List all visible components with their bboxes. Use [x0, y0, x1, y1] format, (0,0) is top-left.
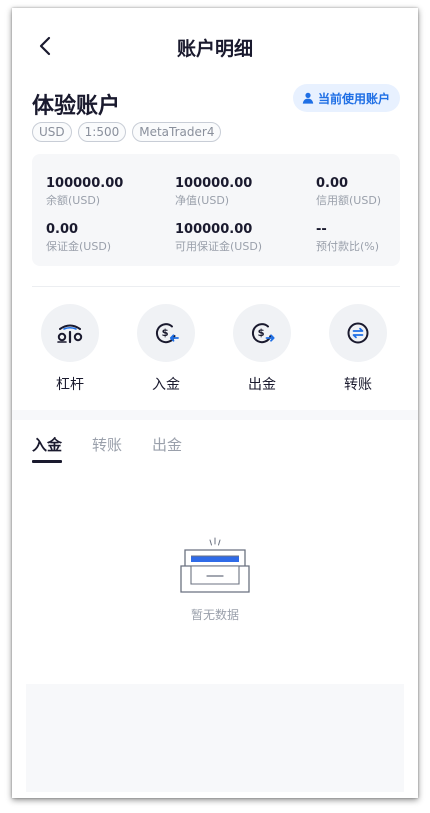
withdraw-icon: $	[252, 323, 275, 344]
action-label: 杠杆	[56, 377, 84, 393]
stat-value: 100000.00	[46, 176, 124, 191]
app-screen: 账户明细 体验账户 当前使用账户 USD 1:500 MetaTrader4 1…	[12, 8, 418, 798]
record-tabs: 入金 转账 出金	[32, 434, 182, 463]
stat-label: 预付款比(%)	[316, 240, 380, 253]
stat-value: 0.00	[46, 222, 79, 237]
divider	[32, 286, 400, 287]
stat-margin-ratio: -- 预付款比(%)	[316, 222, 379, 254]
stat-value: 100000.00	[175, 222, 253, 237]
section-separator	[12, 410, 418, 420]
action-withdraw[interactable]: $ 出金	[222, 304, 302, 394]
action-label: 入金	[152, 377, 180, 393]
action-icon-bg: $	[233, 304, 291, 362]
stat-balance: 100000.00 余额(USD)	[46, 176, 123, 208]
tag-platform: MetaTrader4	[132, 122, 222, 142]
tab-withdraw[interactable]: 出金	[152, 434, 182, 463]
empty-state-text: 暂无数据	[190, 608, 239, 622]
deposit-icon: $	[156, 323, 179, 344]
empty-box-icon	[180, 537, 250, 593]
tag-currency: USD	[32, 122, 72, 142]
action-transfer[interactable]: 转账	[318, 304, 398, 394]
action-icon-bg: $	[137, 304, 195, 362]
action-deposit[interactable]: $ 入金	[126, 304, 206, 394]
stat-value: --	[316, 222, 327, 237]
stat-label: 信用额(USD)	[316, 194, 382, 207]
action-label: 转账	[344, 377, 372, 393]
svg-text:$: $	[258, 328, 265, 339]
leverage-icon	[57, 324, 83, 344]
stat-credit: 0.00 信用额(USD)	[316, 176, 381, 208]
header: 账户明细	[12, 26, 418, 66]
stat-equity: 100000.00 净值(USD)	[175, 176, 252, 208]
current-account-badge: 当前使用账户	[292, 84, 400, 112]
stat-margin: 0.00 保证金(USD)	[46, 222, 111, 254]
tab-deposit[interactable]: 入金	[32, 434, 63, 463]
person-icon	[302, 92, 314, 104]
action-label: 出金	[248, 377, 276, 393]
quick-actions: 杠杆 $ 入金 $ 出金 转账	[12, 304, 418, 400]
tag-leverage: 1:500	[77, 122, 127, 142]
stat-value: 0.00	[316, 176, 349, 191]
stat-label: 保证金(USD)	[46, 240, 112, 253]
bottom-panel	[26, 684, 404, 792]
stat-label: 净值(USD)	[175, 194, 230, 207]
stat-label: 可用保证金(USD)	[175, 240, 263, 253]
stat-value: 100000.00	[175, 176, 253, 191]
page-title: 账户明细	[176, 38, 253, 60]
svg-text:$: $	[162, 328, 169, 339]
account-stats-card: 100000.00 余额(USD) 100000.00 净值(USD) 0.00…	[32, 154, 400, 266]
stat-label: 余额(USD)	[46, 194, 101, 207]
action-icon-bg	[329, 304, 387, 362]
action-leverage[interactable]: 杠杆	[30, 304, 110, 394]
action-icon-bg	[41, 304, 99, 362]
account-name: 体验账户	[32, 94, 121, 119]
transfer-icon	[347, 322, 369, 344]
account-tags: USD 1:500 MetaTrader4	[32, 122, 222, 142]
current-badge-label: 当前使用账户	[317, 91, 390, 106]
tab-transfer[interactable]: 转账	[92, 434, 122, 463]
stat-free-margin: 100000.00 可用保证金(USD)	[175, 222, 262, 254]
